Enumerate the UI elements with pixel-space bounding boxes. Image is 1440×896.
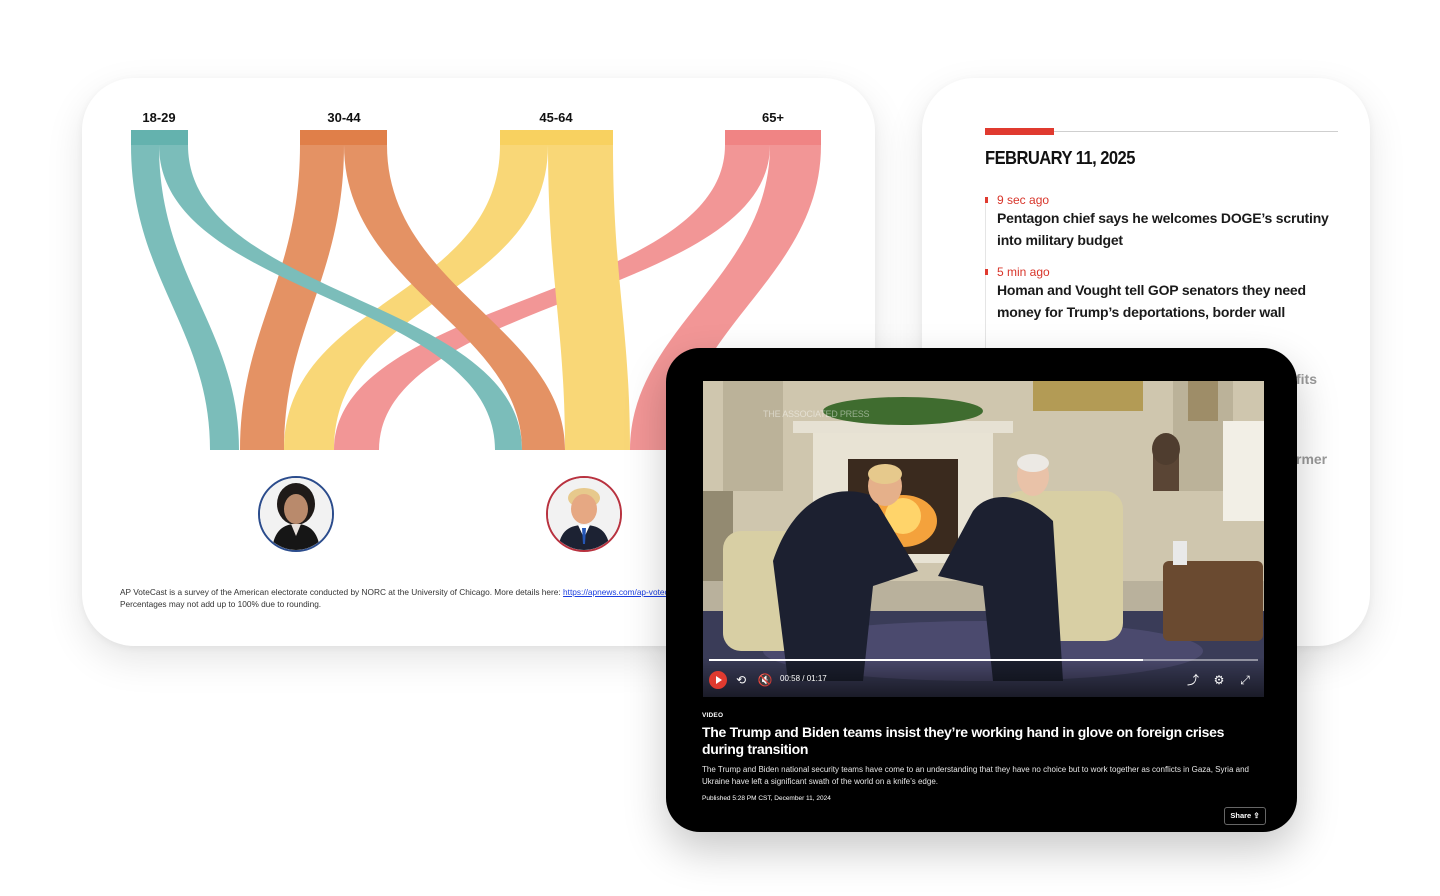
- partial-headline: rmer: [1296, 451, 1328, 467]
- fullscreen-icon[interactable]: ⤢: [1237, 671, 1253, 689]
- settings-icon[interactable]: ⚙: [1211, 671, 1227, 689]
- candidate-avatar-harris: [258, 476, 334, 552]
- age-bar-30-44: [300, 130, 387, 145]
- mute-icon[interactable]: 🔇: [757, 671, 773, 689]
- oval-office-video-still: [703, 381, 1264, 697]
- age-label-65-plus: 65+: [762, 110, 784, 125]
- time-current: 00:58: [780, 674, 801, 683]
- date-divider: [985, 128, 1338, 135]
- time-total: 01:17: [806, 674, 827, 683]
- rewind-10-icon[interactable]: ⟲: [733, 671, 749, 689]
- video-progress-bar[interactable]: [709, 659, 1258, 661]
- age-bar-18-29: [131, 130, 188, 145]
- share-button[interactable]: Share ⇪: [1224, 807, 1266, 825]
- age-label-30-44: 30-44: [327, 110, 361, 125]
- video-meta: VIDEO The Trump and Biden teams insist t…: [702, 712, 1262, 802]
- timeline-list: 9 sec ago Pentagon chief says he welcome…: [985, 192, 1345, 336]
- timeline-time: 5 min ago: [997, 265, 1050, 279]
- share-button-icon: ⇪: [1253, 811, 1260, 820]
- footnote-rounding: Percentages may not add up to 100% due t…: [120, 599, 322, 609]
- video-progress-fill: [709, 659, 1143, 661]
- video-kicker: VIDEO: [702, 712, 724, 719]
- video-title[interactable]: The Trump and Biden teams insist they’re…: [702, 724, 1262, 757]
- play-icon[interactable]: [709, 671, 727, 689]
- timeline-headline[interactable]: Homan and Vought tell GOP senators they …: [997, 280, 1345, 323]
- video-player-card: THE ASSOCIATED PRESS ⟲ 🔇 00:58 / 01:17 ⤴…: [666, 348, 1297, 832]
- timeline-headline[interactable]: Pentagon chief says he welcomes DOGE’s s…: [997, 208, 1345, 251]
- video-description: The Trump and Biden national security te…: [702, 765, 1249, 786]
- footnote-text: AP VoteCast is a survey of the American …: [120, 587, 564, 597]
- video-controls: ⟲ 🔇 00:58 / 01:17 ⤴ ⚙ ⤢: [703, 657, 1264, 697]
- date-accent: [985, 128, 1054, 135]
- partial-headline: fits: [1296, 371, 1317, 387]
- timeline-date: FEBRUARY 11, 2025: [985, 148, 1135, 168]
- age-label-45-64: 45-64: [539, 110, 573, 125]
- flow-45-64-trump: [548, 145, 630, 450]
- timeline-item[interactable]: 5 min ago Homan and Vought tell GOP sena…: [985, 264, 1345, 323]
- share-button-label: Share: [1230, 811, 1252, 820]
- video-frame[interactable]: THE ASSOCIATED PRESS ⟲ 🔇 00:58 / 01:17 ⤴…: [703, 381, 1264, 697]
- timeline-time: 9 sec ago: [997, 193, 1050, 207]
- age-bar-65-plus: [725, 130, 821, 145]
- candidate-avatar-trump: [546, 476, 622, 552]
- share-icon[interactable]: ⤴: [1185, 671, 1201, 689]
- video-published-date: Published 5:28 PM CST, December 11, 2024: [702, 795, 831, 802]
- time-separator: /: [802, 674, 805, 683]
- age-label-18-29: 18-29: [142, 110, 175, 125]
- video-time-readout: 00:58 / 01:17: [780, 674, 827, 683]
- age-bar-45-64: [500, 130, 613, 145]
- video-watermark: THE ASSOCIATED PRESS: [763, 409, 870, 419]
- timeline-item[interactable]: 9 sec ago Pentagon chief says he welcome…: [985, 192, 1345, 251]
